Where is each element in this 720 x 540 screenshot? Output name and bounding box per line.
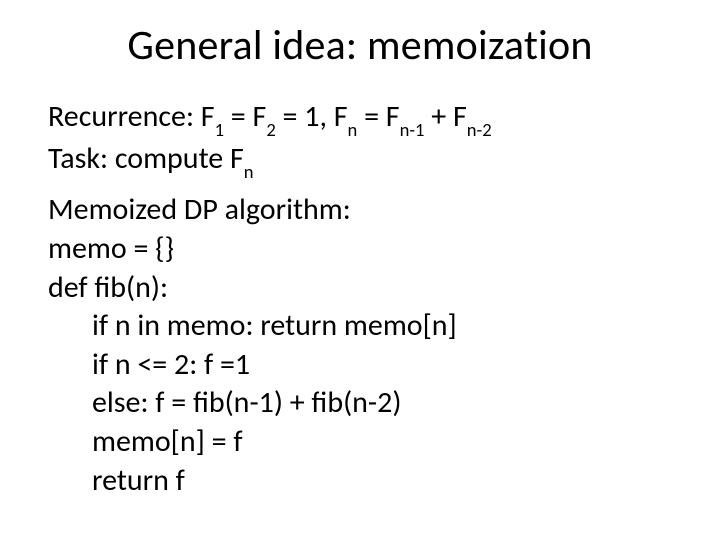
- task-sub: n: [244, 160, 254, 183]
- code-line-5: else: f = fib(n-1) + fib(n-2): [48, 385, 672, 422]
- code-line-2: def fib(n):: [48, 270, 672, 307]
- slide-body: Recurrence: F1 = F2 = 1, Fn = Fn-1 + Fn-…: [48, 99, 672, 499]
- rec-eq2: = F: [357, 98, 399, 135]
- rec-f1: F: [201, 98, 215, 135]
- rec-plus: + F: [424, 98, 466, 135]
- rec-subn: n: [348, 118, 358, 141]
- task-line: Task: compute Fn: [48, 141, 672, 181]
- algo-heading: Memoized DP algorithm:: [48, 192, 672, 229]
- slide: General idea: memoization Recurrence: F1…: [0, 0, 720, 540]
- code-line-6: memo[n] = f: [48, 424, 672, 461]
- rec-mid: = 1, F: [276, 98, 348, 135]
- code-line-4: if n <= 2: f =1: [48, 347, 672, 384]
- code-line-3: if n in memo: return memo[n]: [48, 308, 672, 345]
- rec-subnm2: n-2: [467, 118, 492, 141]
- rec-sub1: 1: [215, 118, 224, 141]
- rec-sub2: 2: [266, 118, 275, 141]
- recurrence-label: Recurrence:: [48, 98, 201, 135]
- rec-subnm1: n-1: [400, 118, 425, 141]
- recurrence-line: Recurrence: F1 = F2 = 1, Fn = Fn-1 + Fn-…: [48, 99, 672, 139]
- code-line-1: memo = {}: [48, 231, 672, 268]
- slide-title: General idea: memoization: [48, 20, 672, 71]
- rec-eq1: = F: [224, 98, 266, 135]
- code-line-7: return f: [48, 463, 672, 500]
- task-label: Task: compute F: [48, 140, 244, 177]
